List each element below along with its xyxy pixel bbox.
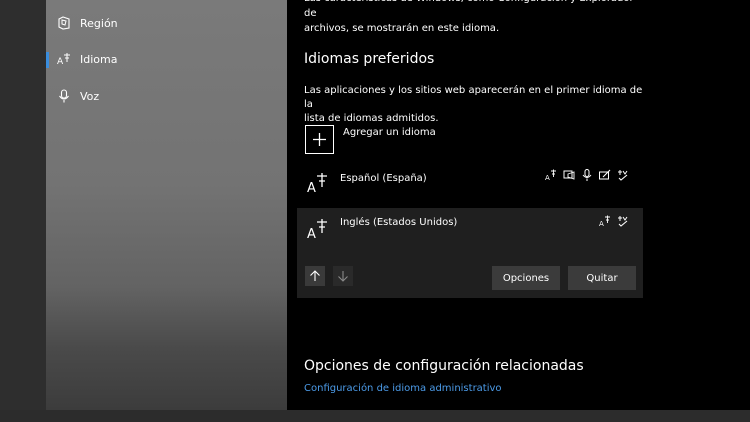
- language-icon: A: [56, 51, 72, 67]
- window-backdrop-bottom: [0, 410, 750, 422]
- sidebar-item-label: Región: [80, 16, 118, 30]
- spell-check-icon: [616, 168, 629, 181]
- arrow-up-icon: [310, 270, 320, 281]
- window-backdrop-left: [0, 0, 46, 422]
- preferred-languages-title: Idiomas preferidos: [304, 51, 435, 67]
- sidebar-item-label: Voz: [80, 89, 100, 103]
- sidebar-item-label: Idioma: [80, 52, 118, 66]
- remove-button[interactable]: Quitar: [568, 266, 636, 290]
- speech-recognition-icon: [580, 168, 593, 181]
- language-settings-page: Las características de Windows, como Con…: [287, 0, 750, 410]
- plus-icon: [313, 133, 326, 146]
- svg-text:A: A: [307, 227, 316, 240]
- display-language-feature-icon: A: [544, 168, 557, 181]
- add-language-button[interactable]: [305, 125, 334, 154]
- language-item-spanish[interactable]: A Español (España) A: [297, 162, 643, 204]
- selected-indicator: [46, 52, 49, 68]
- settings-sidebar: Región A Idioma Voz: [46, 0, 287, 410]
- sidebar-item-region[interactable]: Región: [46, 8, 287, 38]
- move-down-button[interactable]: [333, 266, 353, 286]
- language-glyph-icon: A: [307, 172, 329, 196]
- handwriting-icon: [598, 168, 611, 181]
- sidebar-item-voice[interactable]: Voz: [46, 81, 287, 111]
- svg-text:A: A: [307, 181, 316, 194]
- options-button[interactable]: Opciones: [492, 266, 560, 290]
- svg-text:A: A: [57, 57, 64, 66]
- language-name: Español (España): [340, 173, 427, 184]
- sidebar-item-language[interactable]: A Idioma: [46, 44, 287, 74]
- display-language-feature-icon: A: [598, 214, 611, 227]
- display-language-description: Las características de Windows, como Con…: [304, 0, 634, 34]
- svg-text:A: A: [599, 220, 604, 227]
- preferred-languages-description: Las aplicaciones y los sitios web aparec…: [304, 85, 643, 124]
- svg-text:A: A: [545, 174, 550, 181]
- region-icon: [56, 15, 72, 31]
- add-language-label[interactable]: Agregar un idioma: [343, 127, 436, 138]
- language-name: Inglés (Estados Unidos): [340, 217, 458, 228]
- related-settings-title: Opciones de configuración relacionadas: [304, 358, 584, 374]
- language-glyph-icon: A: [307, 218, 329, 242]
- move-up-button[interactable]: [305, 266, 325, 286]
- language-item-english[interactable]: A Inglés (Estados Unidos) A Opciones Qui…: [297, 208, 643, 298]
- text-to-speech-icon: [562, 168, 575, 181]
- arrow-down-icon: [338, 271, 348, 282]
- spell-check-icon: [616, 214, 629, 227]
- microphone-icon: [56, 88, 72, 104]
- administrative-language-settings-link[interactable]: Configuración de idioma administrativo: [304, 383, 502, 394]
